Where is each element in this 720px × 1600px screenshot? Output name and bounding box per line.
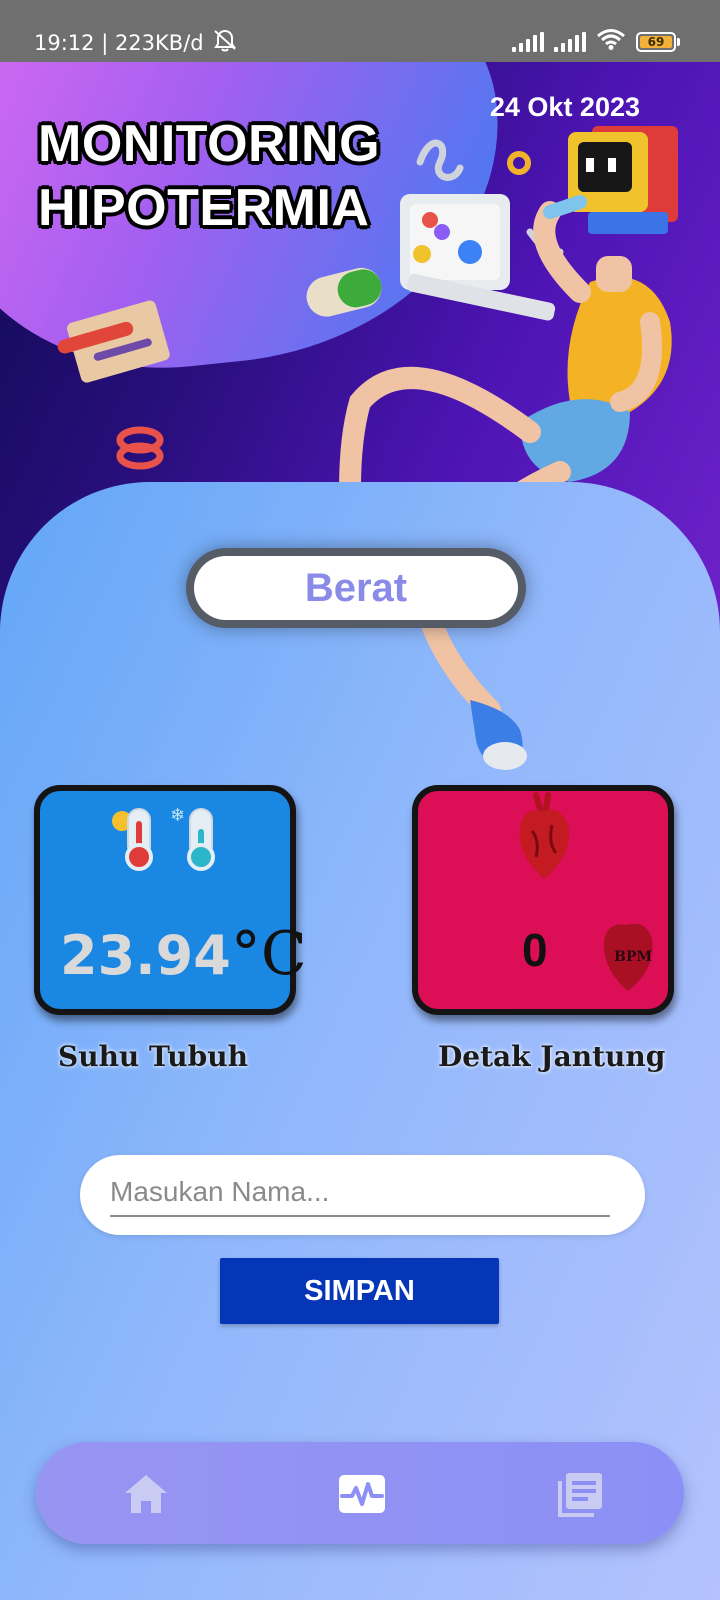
temperature-caption: Suhu Tubuh: [58, 1040, 248, 1073]
heart-rate-caption: Detak Jantung: [438, 1040, 666, 1073]
status-time: 19:12 | 223KB/d: [34, 30, 204, 55]
envelope-illustration: [57, 300, 170, 383]
name-input[interactable]: [110, 1169, 610, 1217]
app-title: MONITORING HIPOTERMIA: [38, 112, 380, 240]
nav-home[interactable]: [120, 1468, 172, 1520]
temperature-number: 23.94: [60, 924, 231, 987]
spring-illustration: [116, 426, 164, 470]
heart-icon: [519, 792, 569, 879]
app-title-line2: HIPOTERMIA: [38, 179, 370, 237]
thermometer-hot-icon: [112, 808, 153, 871]
bottom-nav: [36, 1442, 684, 1544]
battery-icon: 69: [636, 31, 680, 52]
name-input-container: [80, 1155, 645, 1235]
heart-rate-value: 0: [522, 924, 548, 976]
list-icon: [558, 1473, 602, 1517]
thermometer-cold-icon: ❄: [170, 805, 215, 871]
status-right: 69: [512, 28, 680, 55]
temperature-card: ❄ 23.94°C: [34, 785, 307, 1015]
activity-icon: [339, 1475, 385, 1513]
status-bar: 19:12 | 223KB/d 69: [0, 0, 720, 62]
weight-label: Berat: [194, 556, 518, 620]
app-title-line1: MONITORING: [38, 115, 381, 173]
temperature-value: 23.94°C: [60, 919, 307, 989]
temperature-unit: °C: [230, 919, 307, 989]
nav-activity[interactable]: [336, 1468, 388, 1520]
battery-level: 69: [640, 35, 672, 49]
weight-display: Berat: [186, 548, 526, 628]
nav-list[interactable]: [554, 1468, 606, 1520]
heart-rate-unit: BPM: [614, 949, 652, 965]
signal-icon: [554, 31, 586, 52]
signal-icon: [512, 31, 544, 52]
bell-off-icon: [212, 28, 238, 57]
wifi-icon: [596, 28, 626, 55]
status-left: 19:12 | 223KB/d: [34, 28, 238, 57]
svg-text:❄: ❄: [170, 805, 185, 826]
home-icon: [125, 1475, 167, 1513]
save-button[interactable]: SIMPAN: [220, 1258, 499, 1324]
heart-rate-card: 0 BPM: [412, 785, 674, 1015]
ring-illustration: [507, 151, 531, 175]
